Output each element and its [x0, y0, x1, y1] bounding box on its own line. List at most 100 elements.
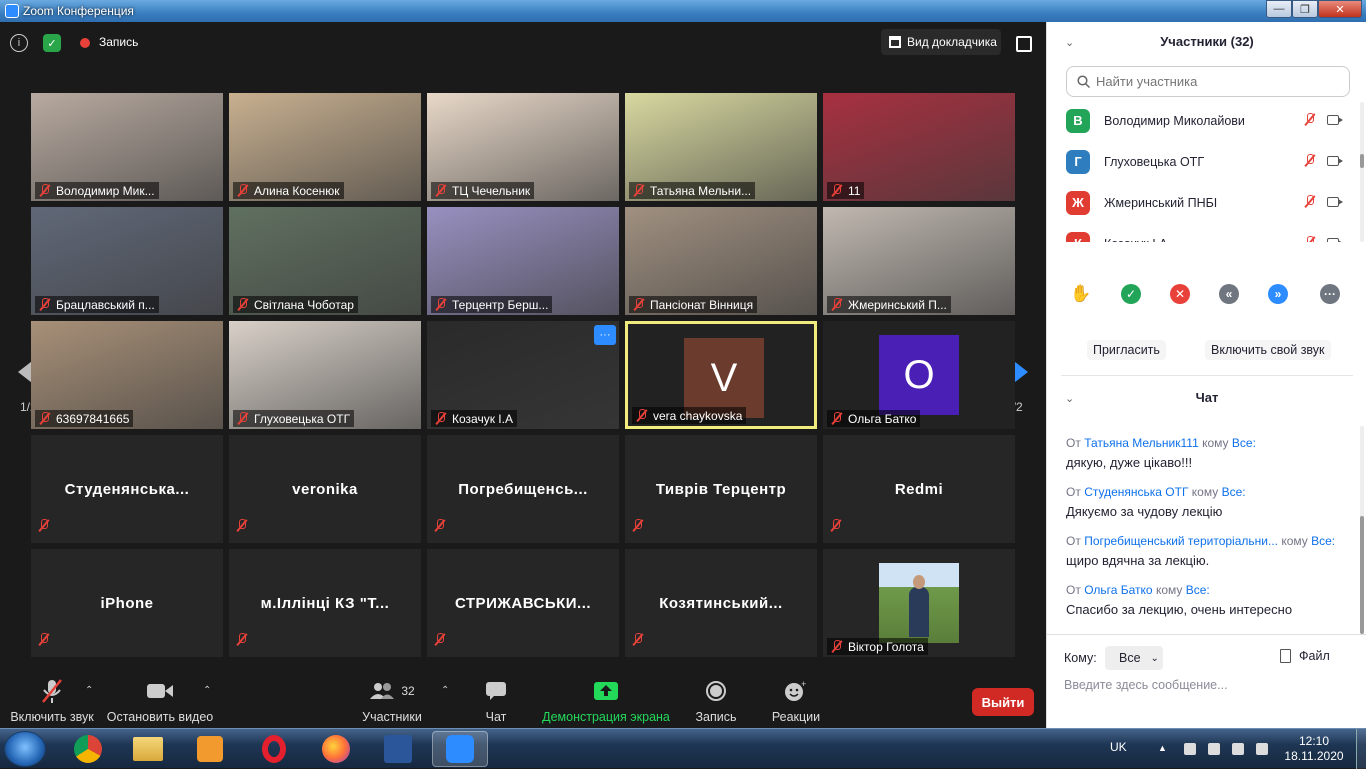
close-window-button[interactable]: ✕ [1318, 0, 1362, 18]
taskbar-firefox[interactable] [308, 731, 364, 767]
name-only-tile[interactable]: м.Іллінці КЗ "Т... [229, 549, 421, 657]
taskbar-zoom[interactable] [432, 731, 488, 767]
unmute-button[interactable]: Включить звук [10, 678, 94, 724]
start-button[interactable] [4, 731, 46, 767]
participant-search[interactable] [1066, 66, 1350, 97]
name-only-tile[interactable]: Козятинський... [625, 549, 817, 657]
participant-name: Ольга Батко [848, 411, 917, 426]
video-tile[interactable]: Світлана Чоботар [229, 207, 421, 315]
participants-scrollbar[interactable] [1360, 102, 1364, 242]
leave-meeting-button[interactable]: Выйти [972, 688, 1034, 716]
muted-mic-icon[interactable] [1303, 154, 1316, 167]
stop-video-button[interactable]: Остановить видео [107, 678, 213, 724]
recipient-name[interactable]: Все: [1222, 485, 1246, 499]
participant-name: vera chaykovska [653, 408, 743, 423]
name-only-tile[interactable]: iPhone [31, 549, 223, 657]
sender-name[interactable]: Ольга Батко [1084, 583, 1152, 597]
show-hidden-icons-icon[interactable]: ▲ [1158, 743, 1170, 755]
video-tile[interactable]: Володимир Мик... [31, 93, 223, 201]
video-tile[interactable]: O Ольга Батко [823, 321, 1015, 429]
file-button[interactable]: Файл [1280, 649, 1330, 663]
participant-search-input[interactable] [1096, 74, 1336, 89]
audio-options-caret[interactable]: ⌃ [85, 685, 93, 696]
video-tile[interactable]: Терцентр Берш... [427, 207, 619, 315]
participant-row[interactable]: В Володимир Миколайови [1047, 100, 1366, 141]
participant-row[interactable]: Ж Жмеринський ПНБІ [1047, 182, 1366, 223]
flag-icon[interactable] [1184, 743, 1196, 755]
yes-check-icon[interactable]: ✓ [1121, 284, 1141, 304]
name-only-tile[interactable]: veronika [229, 435, 421, 543]
taskbar-chrome[interactable] [60, 731, 116, 767]
taskbar-word[interactable] [370, 731, 426, 767]
profile-photo-tile[interactable]: Віктор Голота [823, 549, 1015, 657]
taskbar-media-player[interactable] [182, 731, 238, 767]
video-options-caret[interactable]: ⌃ [203, 685, 211, 696]
security-shield-icon[interactable]: ✓ [43, 34, 61, 52]
reactions-button[interactable]: + Реакции [772, 678, 820, 724]
fullscreen-icon[interactable] [1016, 36, 1032, 52]
name-only-tile[interactable]: Redmi [823, 435, 1015, 543]
muted-mic-icon [38, 184, 51, 197]
muted-mic-icon[interactable] [1303, 195, 1316, 208]
recipient-name[interactable]: Все: [1186, 583, 1210, 597]
share-screen-button[interactable]: Демонстрация экрана [542, 678, 670, 724]
recipient-name[interactable]: Все: [1232, 436, 1256, 450]
video-off-icon[interactable] [1327, 238, 1343, 242]
video-tile[interactable]: 11 [823, 93, 1015, 201]
info-icon[interactable]: i [10, 34, 28, 52]
recipient-select[interactable]: Все ⌄ [1105, 646, 1163, 670]
taskbar-opera[interactable] [246, 731, 302, 767]
name-only-tile[interactable]: Студенянська... [31, 435, 223, 543]
tile-options-icon[interactable]: ··· [594, 325, 616, 345]
chat-scrollbar[interactable] [1360, 426, 1364, 634]
video-tile[interactable]: 63697841665 [31, 321, 223, 429]
clock[interactable]: 12:10 18.11.2020 [1282, 734, 1346, 764]
chat-message-input[interactable] [1064, 678, 1354, 692]
recording-label[interactable]: Запись [99, 35, 138, 49]
name-only-tile[interactable]: Тиврів Терцентр [625, 435, 817, 543]
video-tile[interactable]: Брацлавський п... [31, 207, 223, 315]
language-indicator[interactable]: UK [1110, 740, 1127, 754]
video-tile[interactable]: Алина Косенюк [229, 93, 421, 201]
video-tile[interactable]: ТЦ Чечельник [427, 93, 619, 201]
network-icon[interactable] [1232, 743, 1244, 755]
video-tile[interactable]: Жмеринський П... [823, 207, 1015, 315]
invite-button[interactable]: Пригласить [1087, 340, 1166, 360]
participants-button[interactable]: 32 Участники [360, 678, 424, 724]
taskbar-explorer[interactable] [120, 731, 176, 767]
go-slower-icon[interactable]: « [1219, 284, 1239, 304]
muted-mic-icon[interactable] [1303, 236, 1316, 242]
participant-row[interactable]: К Козачук І.А [1047, 223, 1366, 242]
record-button[interactable]: Запись [694, 678, 738, 724]
sender-name[interactable]: Татьяна Мельник111 [1084, 436, 1199, 450]
go-faster-icon[interactable]: » [1268, 284, 1288, 304]
show-desktop-button[interactable] [1356, 729, 1366, 769]
video-off-icon[interactable] [1327, 197, 1343, 207]
participant-row[interactable]: Г Глуховецька ОТГ [1047, 141, 1366, 182]
name-only-tile[interactable]: СТРИЖАВСЬКИ... [427, 549, 619, 657]
video-off-icon[interactable] [1327, 115, 1343, 125]
muted-mic-icon[interactable] [1303, 113, 1316, 126]
devices-icon[interactable] [1208, 743, 1220, 755]
unmute-self-button[interactable]: Включить свой звук [1205, 340, 1331, 360]
more-options-icon[interactable]: ··· [1320, 284, 1340, 304]
recipient-label: Кому: [1064, 651, 1097, 665]
video-tile[interactable]: Глуховецька ОТГ [229, 321, 421, 429]
no-x-icon[interactable]: ✕ [1170, 284, 1190, 304]
maximize-button[interactable]: ❐ [1292, 0, 1318, 18]
participants-options-caret[interactable]: ⌃ [441, 685, 449, 696]
raise-hand-icon[interactable]: ✋ [1070, 284, 1091, 304]
sender-name[interactable]: Студенянська ОТГ [1084, 485, 1188, 499]
video-tile[interactable]: Татьяна Мельни... [625, 93, 817, 201]
chat-button[interactable]: Чат [476, 678, 516, 724]
name-only-tile[interactable]: Погребищенсь... [427, 435, 619, 543]
volume-icon[interactable] [1256, 743, 1268, 755]
speaker-view-button[interactable]: Вид докладчика [881, 29, 1001, 55]
minimize-button[interactable]: — [1266, 0, 1292, 18]
video-off-icon[interactable] [1327, 156, 1343, 166]
sender-name[interactable]: Погребищенський територіальни... [1084, 534, 1278, 548]
video-tile[interactable]: Пансіонат Вінниця [625, 207, 817, 315]
video-tile[interactable]: Vvera chaykovska [625, 321, 817, 429]
video-tile[interactable]: Козачук І.А [427, 321, 619, 429]
recipient-name[interactable]: Все: [1311, 534, 1335, 548]
